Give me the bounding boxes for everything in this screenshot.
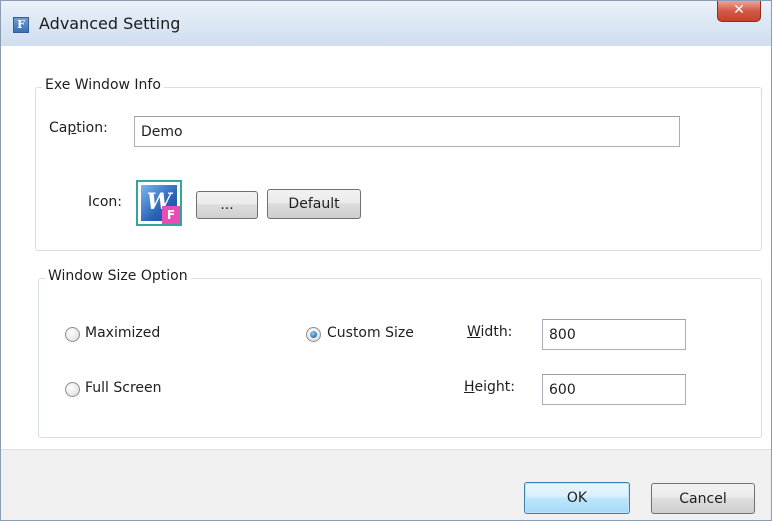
default-icon-button[interactable]: Default (267, 189, 361, 219)
caption-label: Caption: (49, 120, 108, 136)
height-label: Height: (464, 379, 515, 395)
height-input[interactable] (542, 374, 686, 405)
exe-window-info-group: Exe Window Info Caption: Icon: W F ... D… (35, 77, 762, 251)
app-icon: F (13, 17, 29, 33)
maximized-label[interactable]: Maximized (85, 325, 160, 341)
exe-window-info-legend: Exe Window Info (42, 77, 164, 93)
custom-size-radio[interactable] (306, 327, 321, 342)
width-input[interactable] (542, 319, 686, 350)
browse-icon-button[interactable]: ... (196, 191, 258, 219)
custom-size-label[interactable]: Custom Size (327, 325, 414, 341)
advanced-setting-dialog: F Advanced Setting ✕ Exe Window Info Cap… (0, 0, 772, 521)
width-label: Width: (467, 324, 513, 340)
maximized-radio[interactable] (65, 327, 80, 342)
icon-label: Icon: (88, 194, 122, 210)
dialog-footer: OK Cancel (1, 449, 771, 520)
caption-input[interactable] (134, 116, 680, 147)
window-size-option-legend: Window Size Option (45, 268, 191, 284)
window-title: Advanced Setting (39, 14, 181, 33)
f-badge-icon: F (162, 206, 180, 224)
exe-app-icon: W F (136, 180, 182, 226)
dialog-body: Exe Window Info Caption: Icon: W F ... D… (8, 46, 764, 514)
ok-button[interactable]: OK (524, 482, 630, 514)
full-screen-label[interactable]: Full Screen (85, 380, 162, 396)
title-bar[interactable]: F Advanced Setting ✕ (1, 1, 771, 46)
cancel-button[interactable]: Cancel (651, 483, 755, 514)
close-icon: ✕ (733, 2, 745, 18)
close-button[interactable]: ✕ (717, 1, 761, 22)
full-screen-radio[interactable] (65, 382, 80, 397)
window-size-option-group: Window Size Option Maximized Full Screen… (38, 268, 762, 438)
